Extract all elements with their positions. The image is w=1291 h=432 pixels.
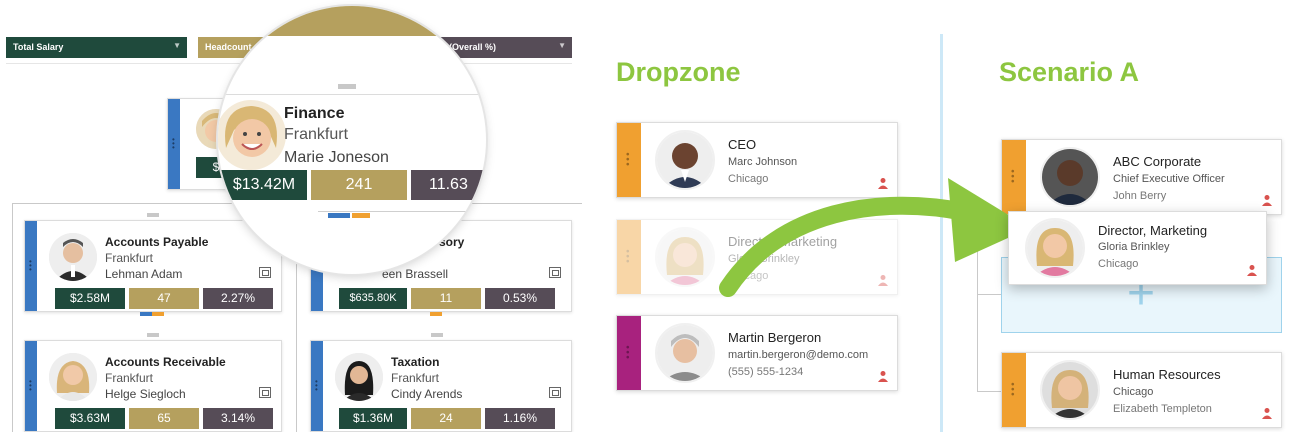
avatar bbox=[1025, 218, 1085, 278]
dragged-card-director-marketing[interactable]: Director, Marketing Gloria Brinkley Chic… bbox=[1008, 211, 1267, 285]
card-name: Gloria Brinkley bbox=[1098, 241, 1170, 253]
person-icon[interactable] bbox=[1246, 264, 1258, 276]
card-title: Director, Marketing bbox=[1098, 223, 1208, 238]
card-city: Chicago bbox=[1098, 258, 1139, 270]
